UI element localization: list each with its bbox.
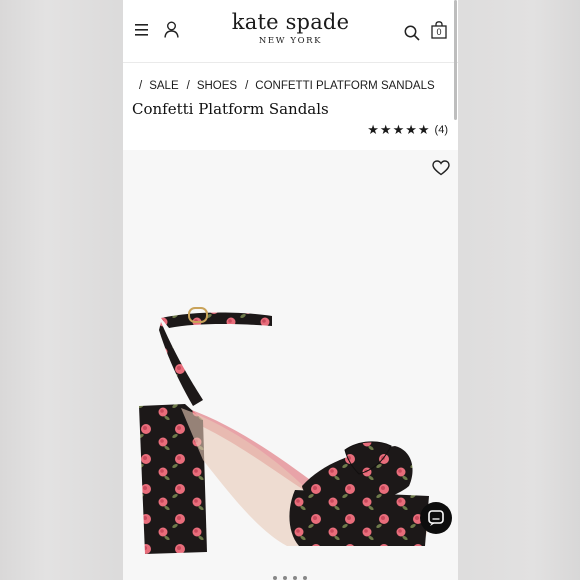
breadcrumb: / SALE / SHOES / CONFETTI PLATFORM SANDALS (139, 80, 443, 92)
product-title: Confetti Platform Sandals (132, 100, 329, 118)
phone-screen: kate spade NEW YORK 0 / SALE / SHOES / CONFET… (123, 0, 458, 580)
search-icon[interactable] (404, 25, 420, 41)
breadcrumb-separator: / (186, 80, 190, 92)
carousel-dot[interactable] (303, 576, 307, 580)
header-divider (123, 62, 458, 63)
breadcrumb-current[interactable]: CONFETTI PLATFORM SANDALS (255, 80, 434, 92)
star-icon: ★ (367, 122, 379, 137)
breadcrumb-separator: / (245, 80, 249, 92)
image-carousel-dots[interactable] (273, 576, 307, 580)
product-image-shoe (139, 307, 430, 554)
chat-icon (428, 510, 444, 526)
breadcrumb-link-sale[interactable]: SALE (149, 80, 178, 92)
breadcrumb-separator: / (139, 80, 143, 92)
carousel-dot[interactable] (273, 576, 277, 580)
site-header: kate spade NEW YORK 0 (123, 0, 458, 62)
carousel-dot[interactable] (293, 576, 297, 580)
star-icon: ★ (417, 122, 430, 137)
wishlist-heart-icon[interactable] (432, 160, 450, 176)
review-count[interactable]: (4) (435, 124, 448, 136)
shopping-bag-button[interactable]: 0 (431, 21, 447, 39)
chat-button[interactable] (420, 502, 452, 534)
product-rating[interactable]: ★ ★ ★ ★ ★ (4) (366, 123, 448, 137)
breadcrumb-link-shoes[interactable]: SHOES (197, 80, 237, 92)
carousel-dot[interactable] (283, 576, 287, 580)
star-icon: ★ (379, 122, 392, 137)
star-icon: ★ (392, 122, 405, 137)
star-icon: ★ (405, 122, 417, 137)
cart-count: 0 (436, 27, 442, 37)
scrollbar[interactable] (454, 0, 457, 120)
